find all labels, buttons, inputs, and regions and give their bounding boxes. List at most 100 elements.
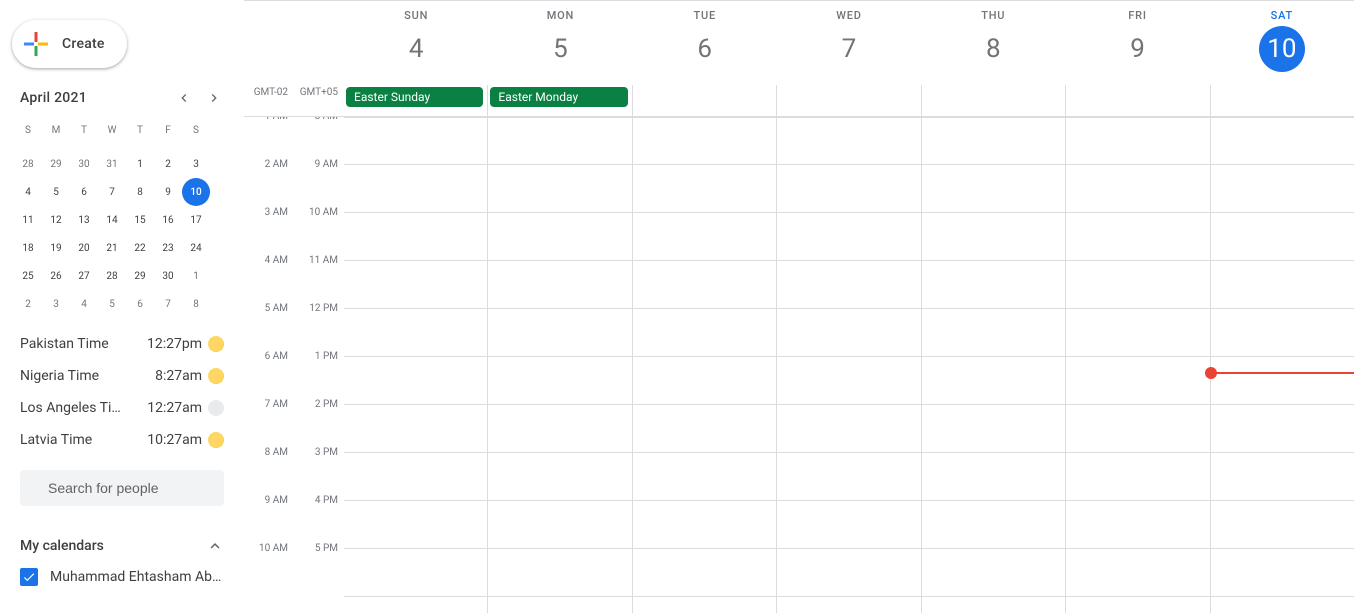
hour-cell[interactable] [1066, 405, 1209, 453]
mini-day-cell[interactable]: 30 [70, 150, 98, 178]
prev-month-button[interactable] [176, 90, 192, 106]
mini-day-cell[interactable]: 16 [154, 206, 182, 234]
mini-day-cell[interactable]: 15 [126, 206, 154, 234]
hour-cell[interactable] [922, 501, 1065, 549]
grid-day-column[interactable] [487, 117, 631, 613]
mini-day-cell[interactable]: 2 [154, 150, 182, 178]
grid-day-column[interactable] [632, 117, 776, 613]
hour-cell[interactable] [488, 261, 631, 309]
hour-cell[interactable] [633, 261, 776, 309]
hour-cell[interactable] [777, 453, 920, 501]
hour-cell[interactable] [922, 261, 1065, 309]
mini-day-cell[interactable]: 21 [98, 234, 126, 262]
hour-cell[interactable] [633, 549, 776, 597]
grid-day-column[interactable] [344, 117, 487, 613]
hour-cell[interactable] [344, 357, 487, 405]
hour-cell[interactable] [633, 165, 776, 213]
mini-day-cell[interactable]: 2 [14, 290, 42, 318]
mini-day-cell[interactable]: 14 [98, 206, 126, 234]
mini-day-cell[interactable]: 18 [14, 234, 42, 262]
hour-cell[interactable] [633, 405, 776, 453]
hour-cell[interactable] [1066, 213, 1209, 261]
mini-day-cell[interactable]: 3 [42, 290, 70, 318]
hour-cell[interactable] [1211, 261, 1354, 309]
allday-event[interactable]: Easter Monday [490, 87, 627, 107]
mini-day-cell[interactable]: 20 [70, 234, 98, 262]
mini-day-cell[interactable]: 10 [182, 178, 210, 206]
hour-cell[interactable] [922, 117, 1065, 165]
mini-day-cell[interactable]: 12 [42, 206, 70, 234]
mini-day-cell[interactable]: 5 [98, 290, 126, 318]
mini-day-cell[interactable]: 27 [70, 262, 98, 290]
hour-cell[interactable] [344, 501, 487, 549]
hour-cell[interactable] [344, 213, 487, 261]
hour-cell[interactable] [1211, 405, 1354, 453]
hour-cell[interactable] [777, 117, 920, 165]
mini-day-cell[interactable]: 30 [154, 262, 182, 290]
hour-cell[interactable] [922, 309, 1065, 357]
hour-cell[interactable] [777, 405, 920, 453]
mini-day-cell[interactable]: 11 [14, 206, 42, 234]
hour-cell[interactable] [344, 405, 487, 453]
hour-cell[interactable] [488, 357, 631, 405]
create-button[interactable]: Create [12, 20, 127, 68]
mini-day-cell[interactable]: 8 [182, 290, 210, 318]
grid-cells[interactable] [344, 117, 1354, 613]
allday-cell[interactable] [776, 85, 920, 116]
hour-cell[interactable] [633, 453, 776, 501]
hour-cell[interactable] [777, 309, 920, 357]
mini-day-cell[interactable]: 5 [42, 178, 70, 206]
search-people[interactable] [20, 470, 224, 506]
hour-cell[interactable] [344, 453, 487, 501]
mini-day-cell[interactable]: 7 [98, 178, 126, 206]
mini-day-cell[interactable]: 9 [154, 178, 182, 206]
hour-cell[interactable] [922, 453, 1065, 501]
hour-cell[interactable] [922, 549, 1065, 597]
calendar-checkbox[interactable] [20, 568, 38, 586]
hour-cell[interactable] [1211, 309, 1354, 357]
day-header[interactable]: SAT 10 [1210, 1, 1354, 85]
hour-cell[interactable] [344, 309, 487, 357]
mini-day-cell[interactable]: 26 [42, 262, 70, 290]
hour-cell[interactable] [1211, 501, 1354, 549]
mini-day-cell[interactable]: 4 [70, 290, 98, 318]
hour-cell[interactable] [922, 165, 1065, 213]
hour-cell[interactable] [922, 357, 1065, 405]
day-header[interactable]: FRI 9 [1065, 1, 1209, 85]
hour-cell[interactable] [344, 261, 487, 309]
day-header[interactable]: MON 5 [488, 1, 632, 85]
allday-cell[interactable] [632, 85, 776, 116]
allday-event[interactable]: Easter Sunday [346, 87, 483, 107]
hour-cell[interactable] [1066, 357, 1209, 405]
hour-cell[interactable] [1066, 261, 1209, 309]
hour-cell[interactable] [777, 501, 920, 549]
mini-day-cell[interactable]: 7 [154, 290, 182, 318]
allday-cell[interactable]: Easter Sunday [344, 85, 487, 116]
hour-cell[interactable] [488, 501, 631, 549]
hour-cell[interactable] [922, 213, 1065, 261]
mini-day-cell[interactable]: 6 [70, 178, 98, 206]
allday-cell[interactable] [921, 85, 1065, 116]
hour-cell[interactable] [488, 165, 631, 213]
hour-cell[interactable] [777, 357, 920, 405]
day-header[interactable]: TUE 6 [633, 1, 777, 85]
day-header[interactable]: SUN 4 [344, 1, 488, 85]
mini-day-cell[interactable]: 24 [182, 234, 210, 262]
hour-cell[interactable] [344, 165, 487, 213]
grid-day-column[interactable] [921, 117, 1065, 613]
mini-day-cell[interactable]: 31 [98, 150, 126, 178]
hour-cell[interactable] [488, 549, 631, 597]
mini-day-cell[interactable]: 8 [126, 178, 154, 206]
hour-cell[interactable] [1211, 549, 1354, 597]
hour-cell[interactable] [633, 213, 776, 261]
day-header[interactable]: WED 7 [777, 1, 921, 85]
hour-cell[interactable] [1211, 357, 1354, 405]
mini-day-cell[interactable]: 23 [154, 234, 182, 262]
mini-day-cell[interactable]: 22 [126, 234, 154, 262]
hour-cell[interactable] [1066, 453, 1209, 501]
hour-cell[interactable] [488, 309, 631, 357]
mini-day-cell[interactable]: 29 [126, 262, 154, 290]
grid-day-column[interactable] [1210, 117, 1354, 613]
hour-cell[interactable] [488, 453, 631, 501]
hour-cell[interactable] [777, 261, 920, 309]
